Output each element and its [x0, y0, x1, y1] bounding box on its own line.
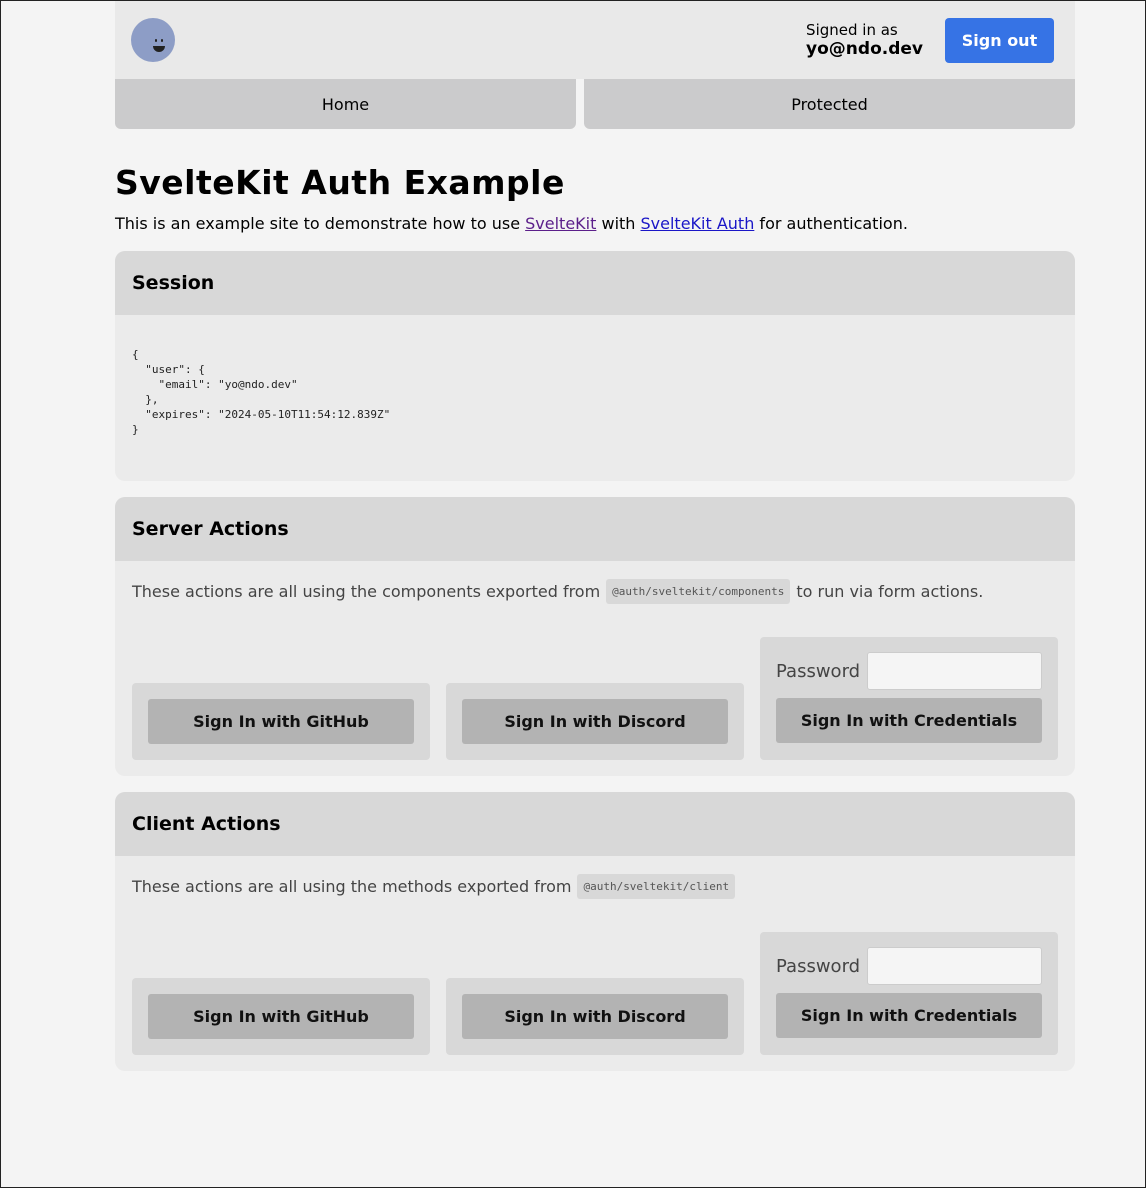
- client-code: @auth/sveltekit/client: [577, 874, 736, 899]
- client-password-row: Password: [776, 947, 1042, 985]
- page-title: SvelteKit Auth Example: [115, 163, 565, 202]
- nav-bar: Home Protected: [115, 79, 1075, 129]
- server-password-input[interactable]: [867, 652, 1042, 690]
- client-sign-in-github-button[interactable]: Sign In with GitHub: [148, 994, 414, 1039]
- client-github-box: Sign In with GitHub: [132, 978, 430, 1055]
- server-actions-card: Server Actions These actions are all usi…: [115, 497, 1075, 776]
- session-title: Session: [115, 251, 1075, 315]
- avatar-eye-icon: [161, 39, 163, 42]
- avatar-mouth-icon: [153, 46, 165, 52]
- nav-tab-protected[interactable]: Protected: [584, 79, 1075, 129]
- server-password-row: Password: [776, 652, 1042, 690]
- intro-text: This is an example site to demonstrate h…: [115, 214, 1075, 233]
- avatar-eye-icon: [155, 39, 157, 42]
- server-code: @auth/sveltekit/components: [606, 579, 791, 604]
- server-actions-description: These actions are all using the componen…: [115, 561, 1075, 605]
- intro-before: This is an example site to demonstrate h…: [115, 214, 526, 233]
- client-password-label: Password: [776, 955, 861, 977]
- server-desc-before: These actions are all using the componen…: [132, 582, 601, 601]
- client-credentials-box: Password Sign In with Credentials: [760, 932, 1058, 1055]
- avatar: [131, 18, 175, 62]
- server-password-label: Password: [776, 660, 861, 682]
- intro-after: for authentication.: [754, 214, 908, 233]
- client-actions-card: Client Actions These actions are all usi…: [115, 792, 1075, 1071]
- server-github-box: Sign In with GitHub: [132, 683, 430, 760]
- sign-out-button[interactable]: Sign out: [945, 17, 1054, 63]
- session-card: Session { "user": { "email": "yo@ndo.dev…: [115, 251, 1075, 481]
- server-button-row: Sign In with GitHub Sign In with Discord…: [115, 637, 1075, 760]
- signed-in-info: Signed in as yo@ndo.dev: [806, 21, 923, 59]
- server-actions-title: Server Actions: [115, 497, 1075, 561]
- server-sign-in-discord-button[interactable]: Sign In with Discord: [462, 699, 728, 744]
- server-sign-in-credentials-button[interactable]: Sign In with Credentials: [776, 698, 1042, 743]
- sveltekit-auth-link[interactable]: SvelteKit Auth: [641, 214, 755, 233]
- intro-mid: with: [596, 214, 641, 233]
- client-sign-in-discord-button[interactable]: Sign In with Discord: [462, 994, 728, 1039]
- session-json: { "user": { "email": "yo@ndo.dev" }, "ex…: [132, 348, 391, 436]
- session-body: { "user": { "email": "yo@ndo.dev" }, "ex…: [115, 315, 1075, 469]
- page-container: Signed in as yo@ndo.dev Sign out Home Pr…: [115, 1, 1075, 1071]
- client-sign-in-credentials-button[interactable]: Sign In with Credentials: [776, 993, 1042, 1038]
- server-credentials-box: Password Sign In with Credentials: [760, 637, 1058, 760]
- server-sign-in-github-button[interactable]: Sign In with GitHub: [148, 699, 414, 744]
- client-password-input[interactable]: [867, 947, 1042, 985]
- sveltekit-link[interactable]: SvelteKit: [525, 214, 596, 233]
- header: Signed in as yo@ndo.dev Sign out: [115, 1, 1075, 79]
- server-desc-after: to run via form actions.: [796, 582, 984, 601]
- client-actions-title: Client Actions: [115, 792, 1075, 856]
- client-actions-description: These actions are all using the methods …: [115, 856, 1075, 900]
- signed-in-label: Signed in as: [806, 21, 898, 39]
- client-discord-box: Sign In with Discord: [446, 978, 744, 1055]
- user-block: Signed in as yo@ndo.dev Sign out: [806, 17, 1054, 63]
- user-email: yo@ndo.dev: [806, 39, 923, 59]
- client-desc-before: These actions are all using the methods …: [132, 877, 572, 896]
- server-discord-box: Sign In with Discord: [446, 683, 744, 760]
- nav-tab-home[interactable]: Home: [115, 79, 576, 129]
- client-button-row: Sign In with GitHub Sign In with Discord…: [115, 932, 1075, 1055]
